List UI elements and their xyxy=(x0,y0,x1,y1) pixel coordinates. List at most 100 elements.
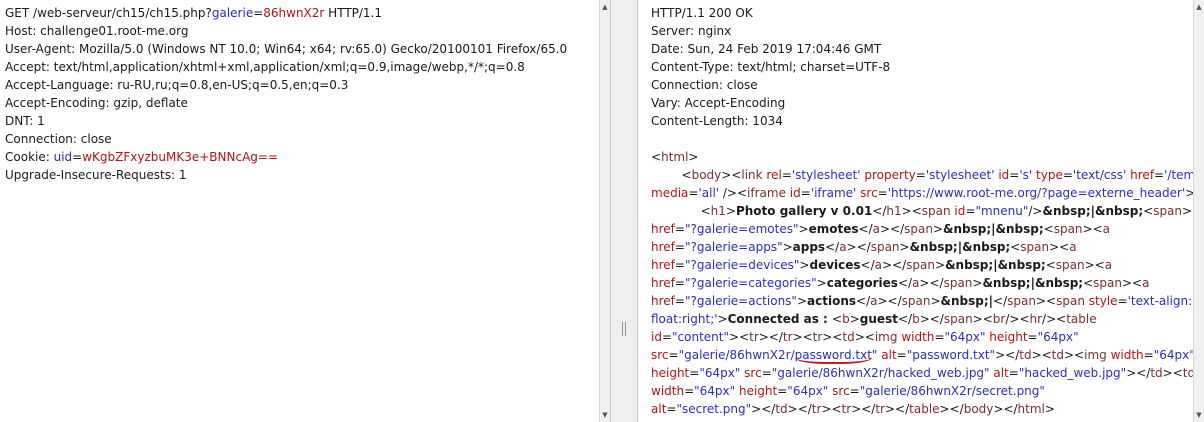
code-token: < xyxy=(1143,204,1154,218)
code-token: apps xyxy=(792,240,826,254)
code-token: emotes xyxy=(808,222,859,236)
code-token: >< xyxy=(792,330,813,344)
code-token: ></ xyxy=(882,258,907,272)
code-token: < xyxy=(1083,276,1094,290)
code-token: td xyxy=(1051,348,1064,362)
code-token: > xyxy=(799,258,810,272)
code-token: b xyxy=(912,312,920,326)
code-token: span xyxy=(1055,258,1085,272)
code-token: " xyxy=(871,348,882,362)
response-line: alt="secret.png"></td></tr><tr></tr></ta… xyxy=(651,400,1204,418)
code-token: = xyxy=(72,150,83,164)
request-scrollbar[interactable]: ▲ ▼ xyxy=(599,0,610,422)
request-pane[interactable]: GET /web-serveur/ch15/ch15.php?galerie=8… xyxy=(0,0,610,422)
code-token: height xyxy=(989,330,1028,344)
code-token: alt xyxy=(993,366,1009,380)
code-token: />< xyxy=(1005,312,1030,326)
code-token: height xyxy=(738,384,778,398)
code-token: "64px" xyxy=(694,384,739,398)
code-token: a xyxy=(1104,258,1113,272)
splitter-grip-icon[interactable] xyxy=(622,322,626,336)
code-token: > xyxy=(717,312,728,326)
pane-splitter[interactable] xyxy=(610,0,638,422)
code-token: devices xyxy=(809,258,861,272)
code-token: uid xyxy=(53,150,73,164)
response-line: href="?galerie=actions">actions</a></spa… xyxy=(651,292,1204,310)
response-line: href="?galerie=emotes">emotes</a></span>… xyxy=(651,220,1204,238)
code-token: tr xyxy=(749,330,759,344)
code-token: "galerie/86hwnX2r/ xyxy=(678,348,795,362)
code-token: Host: challenge01.root-me.org xyxy=(5,24,189,38)
code-token: > xyxy=(899,240,910,254)
code-token: rel xyxy=(766,168,782,182)
code-token: > xyxy=(930,294,941,308)
code-token: > xyxy=(1044,402,1055,416)
code-token: Accept-Encoding: gzip, deflate xyxy=(5,96,188,110)
response-text[interactable]: HTTP/1.1 200 OK Server: nginx Date: Sun, 2… xyxy=(651,4,1204,418)
code-token: width xyxy=(901,330,935,344)
code-token: >< xyxy=(972,312,993,326)
code-token: Content-Type: text/html; charset=UTF-8 xyxy=(651,60,891,74)
code-token: </ xyxy=(825,240,840,254)
code-token: >< xyxy=(901,204,922,218)
response-line: float:right;'>Connected as : <b>guest</b… xyxy=(651,310,1204,328)
code-token: ></ xyxy=(939,402,964,416)
response-line: <h1>Photo gallery v 0.01</h1><span id="m… xyxy=(651,202,1204,220)
code-token: span xyxy=(1007,294,1036,308)
request-line: Accept-Language: ru-RU,ru;q=0.8,en-US;q=… xyxy=(5,76,567,94)
code-token: span xyxy=(1093,276,1122,290)
highlighted-token: password.txt xyxy=(794,348,872,364)
code-token: = xyxy=(674,240,685,254)
code-token: ></ xyxy=(877,294,902,308)
code-token: Connection: close xyxy=(5,132,112,146)
response-pane[interactable]: HTTP/1.1 200 OK Server: nginx Date: Sun, 2… xyxy=(638,0,1204,422)
request-line: Cookie: uid=wKgbZFxyzbuMK3e+BNNcAg== xyxy=(5,148,567,166)
code-token: >< xyxy=(1084,258,1105,272)
response-line xyxy=(651,130,1204,148)
code-token: type xyxy=(1036,168,1063,182)
scroll-up-icon[interactable]: ▲ xyxy=(1194,2,1204,12)
response-line: media='all' /><iframe id='iframe' src='h… xyxy=(651,184,1204,202)
response-scrollbar[interactable]: ▲ ▼ xyxy=(1193,0,1204,422)
code-token: id xyxy=(789,186,801,200)
code-token: > xyxy=(972,276,983,290)
code-token: tr xyxy=(782,330,793,344)
code-token: span xyxy=(1056,294,1089,308)
code-token: td xyxy=(1019,348,1032,362)
code-token: </ xyxy=(993,294,1008,308)
code-token: = xyxy=(1143,348,1154,362)
code-token: body xyxy=(963,402,994,416)
code-token: href xyxy=(651,276,675,290)
scroll-up-icon[interactable]: ▲ xyxy=(600,2,610,12)
code-token: = xyxy=(934,330,945,344)
code-token: = xyxy=(689,366,700,380)
code-token: = xyxy=(896,348,907,362)
code-token: "content" xyxy=(672,330,729,344)
response-line: height="64px" src="galerie/86hwnX2r/hack… xyxy=(651,364,1204,382)
scroll-down-icon[interactable]: ▼ xyxy=(600,410,610,420)
code-token: = xyxy=(688,186,699,200)
scroll-down-icon[interactable]: ▼ xyxy=(1194,410,1204,420)
response-line: href="?galerie=devices">devices</a></spa… xyxy=(651,256,1204,274)
code-token: &nbsp;|&nbsp; xyxy=(1042,204,1144,218)
code-token: Connection: close xyxy=(651,78,758,92)
code-token: "?galerie=categories" xyxy=(684,276,817,290)
code-token: = xyxy=(1009,168,1020,182)
code-token: < xyxy=(651,204,711,218)
code-token: = xyxy=(1154,168,1165,182)
code-token: >< xyxy=(1064,348,1085,362)
code-token: </ xyxy=(872,204,887,218)
request-text[interactable]: GET /web-serveur/ch15/ch15.php?galerie=8… xyxy=(5,4,567,184)
code-token: = xyxy=(781,168,792,182)
code-token: html xyxy=(1017,402,1045,416)
code-token: 'stylesheet' xyxy=(925,168,999,182)
code-token: a xyxy=(874,258,883,272)
code-token: = xyxy=(674,222,685,236)
code-token: span xyxy=(921,204,955,218)
code-token: Server: nginx xyxy=(651,24,732,38)
code-token: HTTP/1.1 xyxy=(324,6,383,20)
code-token: < xyxy=(651,150,662,164)
code-token: > xyxy=(798,222,809,236)
code-token: img xyxy=(874,330,902,344)
code-token: media xyxy=(651,186,689,200)
